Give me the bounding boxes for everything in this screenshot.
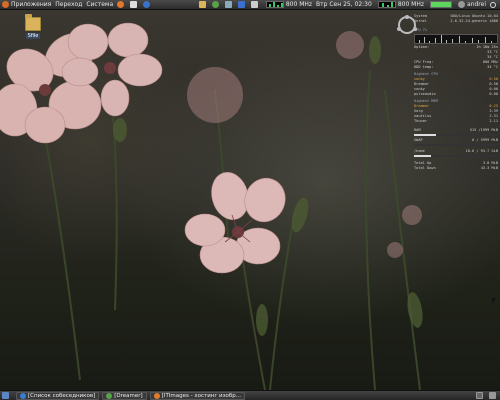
conky-label: Uptime:: [414, 45, 430, 49]
tray-network[interactable]: [223, 0, 236, 10]
workspace-switcher[interactable]: [474, 391, 487, 400]
taskbar-item-label: [ITImages - хостинг изобр...: [161, 392, 242, 399]
taskbar-item-label: [Dreamer]: [114, 392, 143, 399]
swap-bar: [414, 144, 498, 146]
contacts-app-icon: [20, 392, 26, 399]
taskbar-item-dreamer[interactable]: [Dreamer]: [102, 391, 147, 400]
taskbar-item-browser[interactable]: [ITImages - хостинг изобр...: [149, 391, 246, 400]
tray-bluetooth[interactable]: [236, 0, 249, 10]
sysmon-graph: [430, 1, 453, 8]
conky-value: 0 / 5999 MiB: [472, 138, 498, 142]
conky-value: 34 °C: [487, 65, 498, 69]
top-cpu-row: pulseaudio 0.00: [414, 92, 498, 97]
cpu-graph-2: [377, 1, 396, 8]
conky-label: Total Down: [414, 166, 436, 170]
help-icon: [143, 1, 151, 8]
swap-row: SWAP 0 / 5999 MiB: [414, 138, 498, 143]
show-desktop-button[interactable]: [0, 391, 13, 400]
conky-label: HDD temp:: [414, 65, 434, 69]
process-name: pulseaudio: [414, 92, 436, 96]
disk-row: /home 18.6 / 93.7 GiB: [414, 149, 498, 154]
conky-label: /home: [414, 149, 425, 153]
menu-places[interactable]: Переход: [53, 0, 84, 10]
cpu-graph-1: [265, 1, 284, 8]
chat-icon: [211, 1, 219, 8]
bottom-panel: [Список собеседников] [Dreamer] [ITImage…: [0, 390, 500, 400]
cpu-freq-label-1: 800 MHz: [285, 0, 313, 8]
ram-row: RAM 515 /1999 MiB: [414, 128, 498, 133]
menu-applications[interactable]: Приложения: [11, 0, 51, 10]
conky-label: RAM: [414, 128, 421, 132]
ram-bar: [414, 134, 498, 136]
cpu-freq-applet-2[interactable]: 800 MHz: [374, 0, 426, 10]
conky-system-monitor: System GNU/Linux Ubuntu 10.04 Kernel 2.6.3…: [397, 14, 498, 171]
cpu-usage-label: CPU 7%: [414, 28, 427, 32]
shutdown-button[interactable]: [488, 0, 500, 10]
desktop-folder-icon[interactable]: Sfile: [20, 14, 46, 39]
username: andrei: [467, 0, 486, 8]
cpu-usage-graph: [414, 34, 498, 44]
conky-value: 43.3 MiB: [480, 166, 498, 170]
ram-bar-fill: [414, 134, 436, 136]
clock[interactable]: Втр Сен 25, 02:30: [314, 0, 374, 10]
conky-value: 515 /1999 MiB: [469, 128, 498, 132]
power-icon: [490, 1, 496, 8]
tray-folder[interactable]: [197, 0, 210, 10]
conky-kernel-row: Kernel 2.6.32-24-generic i686: [414, 19, 498, 24]
volume-icon: [250, 1, 258, 8]
taskbar-item-label: [Список собеседников]: [28, 392, 96, 399]
firefox-icon: [117, 1, 125, 8]
folder-icon: [25, 14, 41, 31]
bluetooth-icon: [237, 1, 245, 8]
network-icon: [224, 1, 232, 8]
launcher-mail[interactable]: [128, 0, 141, 10]
net-down-row: Total Down 43.3 MiB: [414, 166, 498, 171]
process-name: Thunar: [414, 119, 427, 123]
launcher-help[interactable]: [141, 0, 154, 10]
workspace-icon: [476, 392, 483, 399]
process-value: 2.11: [489, 119, 498, 123]
trash-icon: [489, 392, 496, 399]
firefox-icon: [153, 392, 160, 399]
trash-applet[interactable]: [487, 391, 500, 400]
mail-icon: [130, 1, 138, 8]
system-monitor-applet[interactable]: [426, 0, 456, 10]
main-menu-button[interactable]: Приложения: [0, 0, 53, 10]
disk-bar: [414, 155, 498, 157]
hdd-temp-row: HDD temp: 34 °C: [414, 65, 498, 70]
mouse-cursor: [492, 298, 496, 304]
process-value: 0.00: [489, 92, 498, 96]
menu-system[interactable]: Система: [84, 0, 115, 10]
user-switcher[interactable]: andrei: [456, 0, 488, 10]
show-desktop-icon: [2, 392, 9, 399]
cpu-freq-applet-1[interactable]: 800 MHz: [262, 0, 314, 10]
disk-bar-fill: [414, 155, 431, 157]
ubuntu-logo-icon: [397, 15, 417, 34]
dreamer-app-icon: [106, 392, 113, 399]
top-mem-row: Thunar 2.11: [414, 119, 498, 124]
launcher-firefox[interactable]: [115, 0, 128, 10]
desktop-folder-label: Sfile: [25, 33, 41, 39]
conky-value: 18.6 / 93.7 GiB: [465, 149, 498, 153]
conky-label: SWAP: [414, 138, 423, 142]
tray-im[interactable]: [210, 0, 223, 10]
taskbar-item-contacts[interactable]: [Список собеседников]: [16, 391, 100, 400]
cpu-freq-label-2: 800 MHz: [397, 0, 425, 8]
conky-value: 2.6.32-24-generic i686: [450, 19, 498, 23]
tray-volume[interactable]: [249, 0, 262, 10]
top-panel: Приложения Переход Система 800 MHz Втр С…: [0, 0, 500, 10]
user-icon: [458, 1, 466, 8]
folder-icon: [198, 1, 206, 8]
ubuntu-menu-icon: [2, 1, 9, 8]
